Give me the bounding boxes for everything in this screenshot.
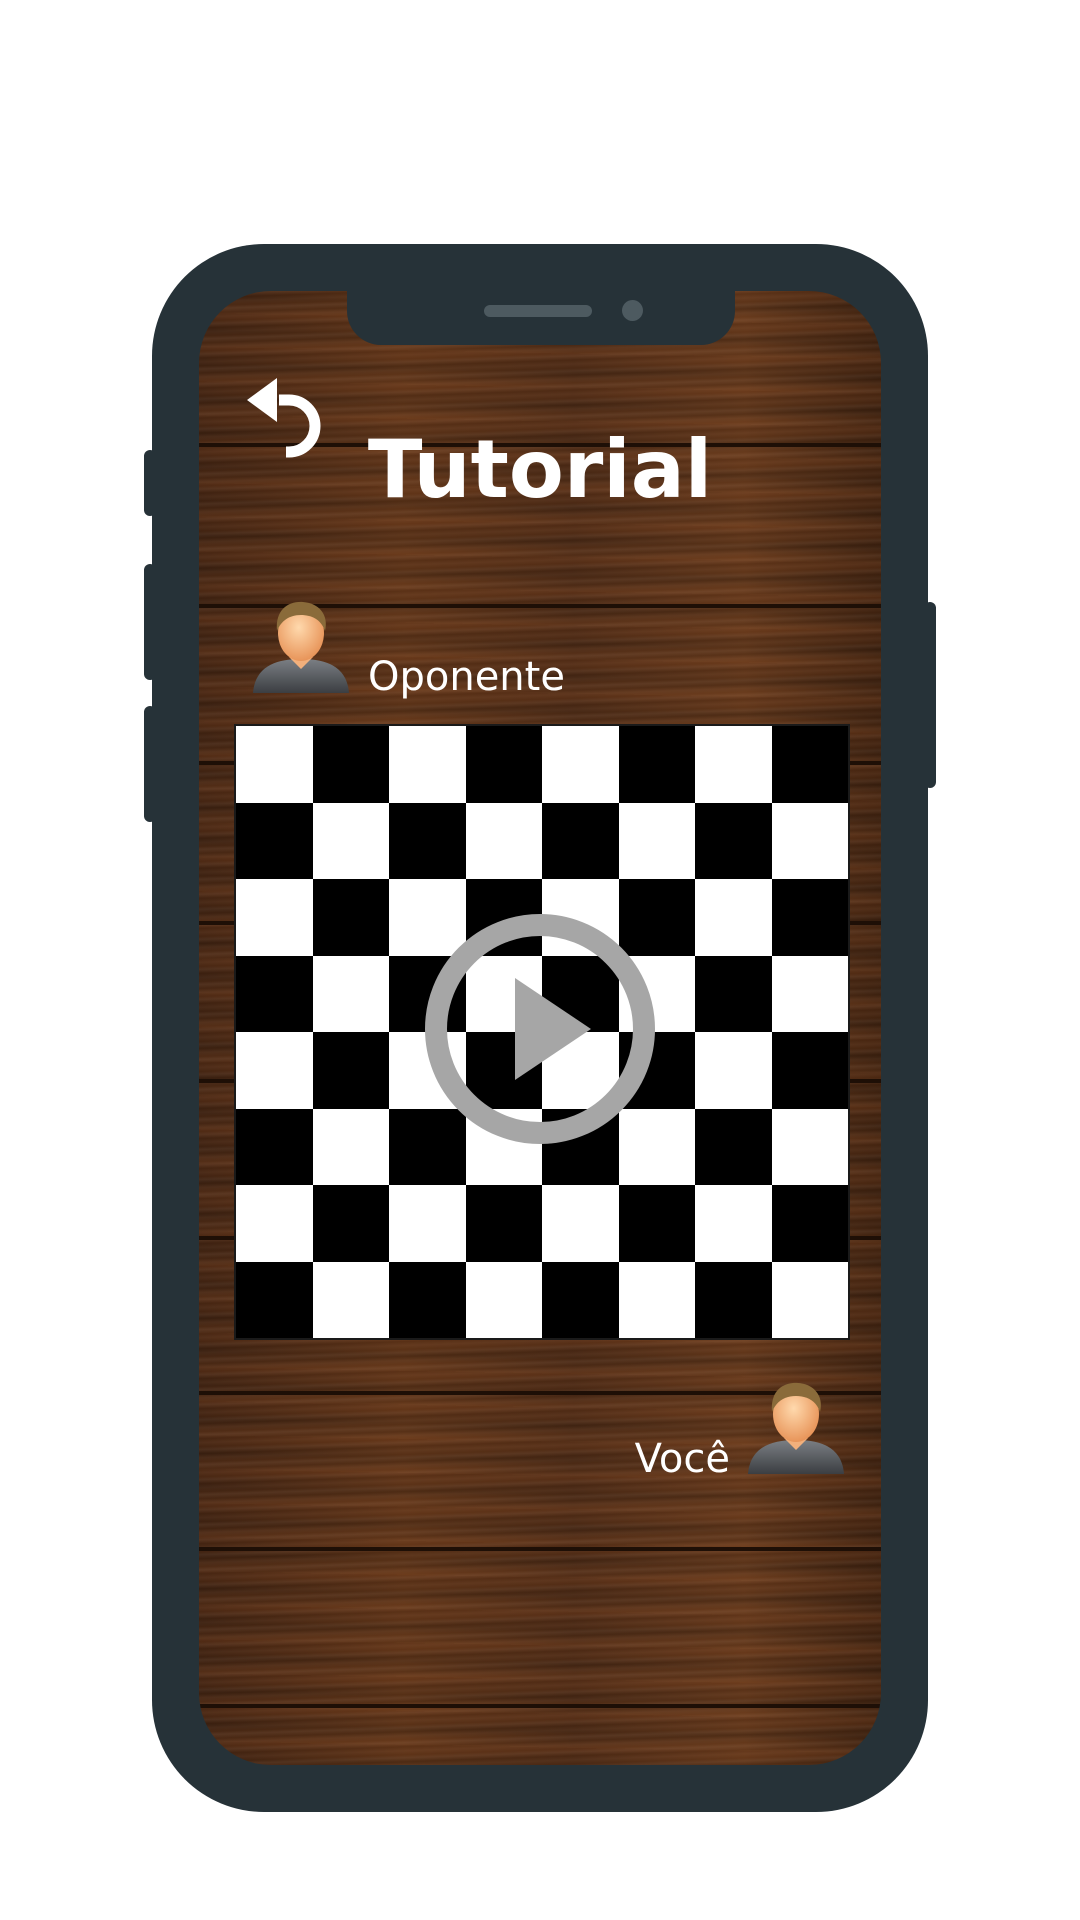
- board-square[interactable]: [771, 802, 848, 879]
- board-square[interactable]: [312, 1261, 389, 1338]
- board-square[interactable]: [542, 1185, 619, 1262]
- board-square[interactable]: [771, 1108, 848, 1185]
- opponent-name: Oponente: [368, 654, 565, 700]
- board-square[interactable]: [771, 1032, 848, 1109]
- board-square[interactable]: [236, 726, 313, 803]
- board-square[interactable]: [771, 955, 848, 1032]
- board-square[interactable]: [695, 955, 772, 1032]
- board-square[interactable]: [236, 1261, 313, 1338]
- board-square[interactable]: [618, 726, 695, 803]
- board-square[interactable]: [695, 1185, 772, 1262]
- board-square[interactable]: [771, 1185, 848, 1262]
- page-title: Tutorial: [367, 423, 713, 516]
- board-square[interactable]: [236, 879, 313, 956]
- board-square[interactable]: [389, 1261, 466, 1338]
- back-button[interactable]: [243, 372, 333, 462]
- board-square[interactable]: [771, 726, 848, 803]
- board-square[interactable]: [312, 1185, 389, 1262]
- board-square[interactable]: [618, 802, 695, 879]
- back-arrow-icon: [247, 378, 321, 458]
- user-avatar-icon: [748, 1382, 844, 1474]
- board-square[interactable]: [389, 802, 466, 879]
- board-square[interactable]: [542, 802, 619, 879]
- board-square[interactable]: [465, 1185, 542, 1262]
- phone-camera: [622, 300, 643, 321]
- board-square[interactable]: [695, 802, 772, 879]
- board-square[interactable]: [695, 726, 772, 803]
- board-square[interactable]: [312, 802, 389, 879]
- board-square[interactable]: [465, 802, 542, 879]
- board-square[interactable]: [312, 726, 389, 803]
- board-square[interactable]: [312, 1032, 389, 1109]
- board-square[interactable]: [389, 1185, 466, 1262]
- opponent-avatar: [251, 597, 351, 697]
- board-square[interactable]: [695, 1032, 772, 1109]
- board-square[interactable]: [465, 1261, 542, 1338]
- board-square[interactable]: [236, 1185, 313, 1262]
- board-square[interactable]: [236, 955, 313, 1032]
- board-square[interactable]: [236, 1032, 313, 1109]
- board-square[interactable]: [236, 802, 313, 879]
- board-square[interactable]: [542, 726, 619, 803]
- board-square[interactable]: [695, 879, 772, 956]
- user-avatar-icon: [253, 601, 349, 693]
- board-square[interactable]: [312, 955, 389, 1032]
- play-video-button[interactable]: [423, 912, 657, 1146]
- board-square[interactable]: [542, 1261, 619, 1338]
- board-square[interactable]: [618, 1185, 695, 1262]
- board-square[interactable]: [618, 1261, 695, 1338]
- board-square[interactable]: [771, 1261, 848, 1338]
- you-name: Você: [634, 1436, 730, 1482]
- you-avatar: [746, 1378, 846, 1478]
- board-square[interactable]: [771, 879, 848, 956]
- board-square[interactable]: [312, 1108, 389, 1185]
- board-square[interactable]: [236, 1108, 313, 1185]
- board-square[interactable]: [312, 879, 389, 956]
- board-square[interactable]: [465, 726, 542, 803]
- board-square[interactable]: [695, 1261, 772, 1338]
- phone-speaker: [484, 305, 592, 317]
- board-square[interactable]: [389, 726, 466, 803]
- play-circle-icon: [425, 914, 655, 1144]
- board-square[interactable]: [695, 1108, 772, 1185]
